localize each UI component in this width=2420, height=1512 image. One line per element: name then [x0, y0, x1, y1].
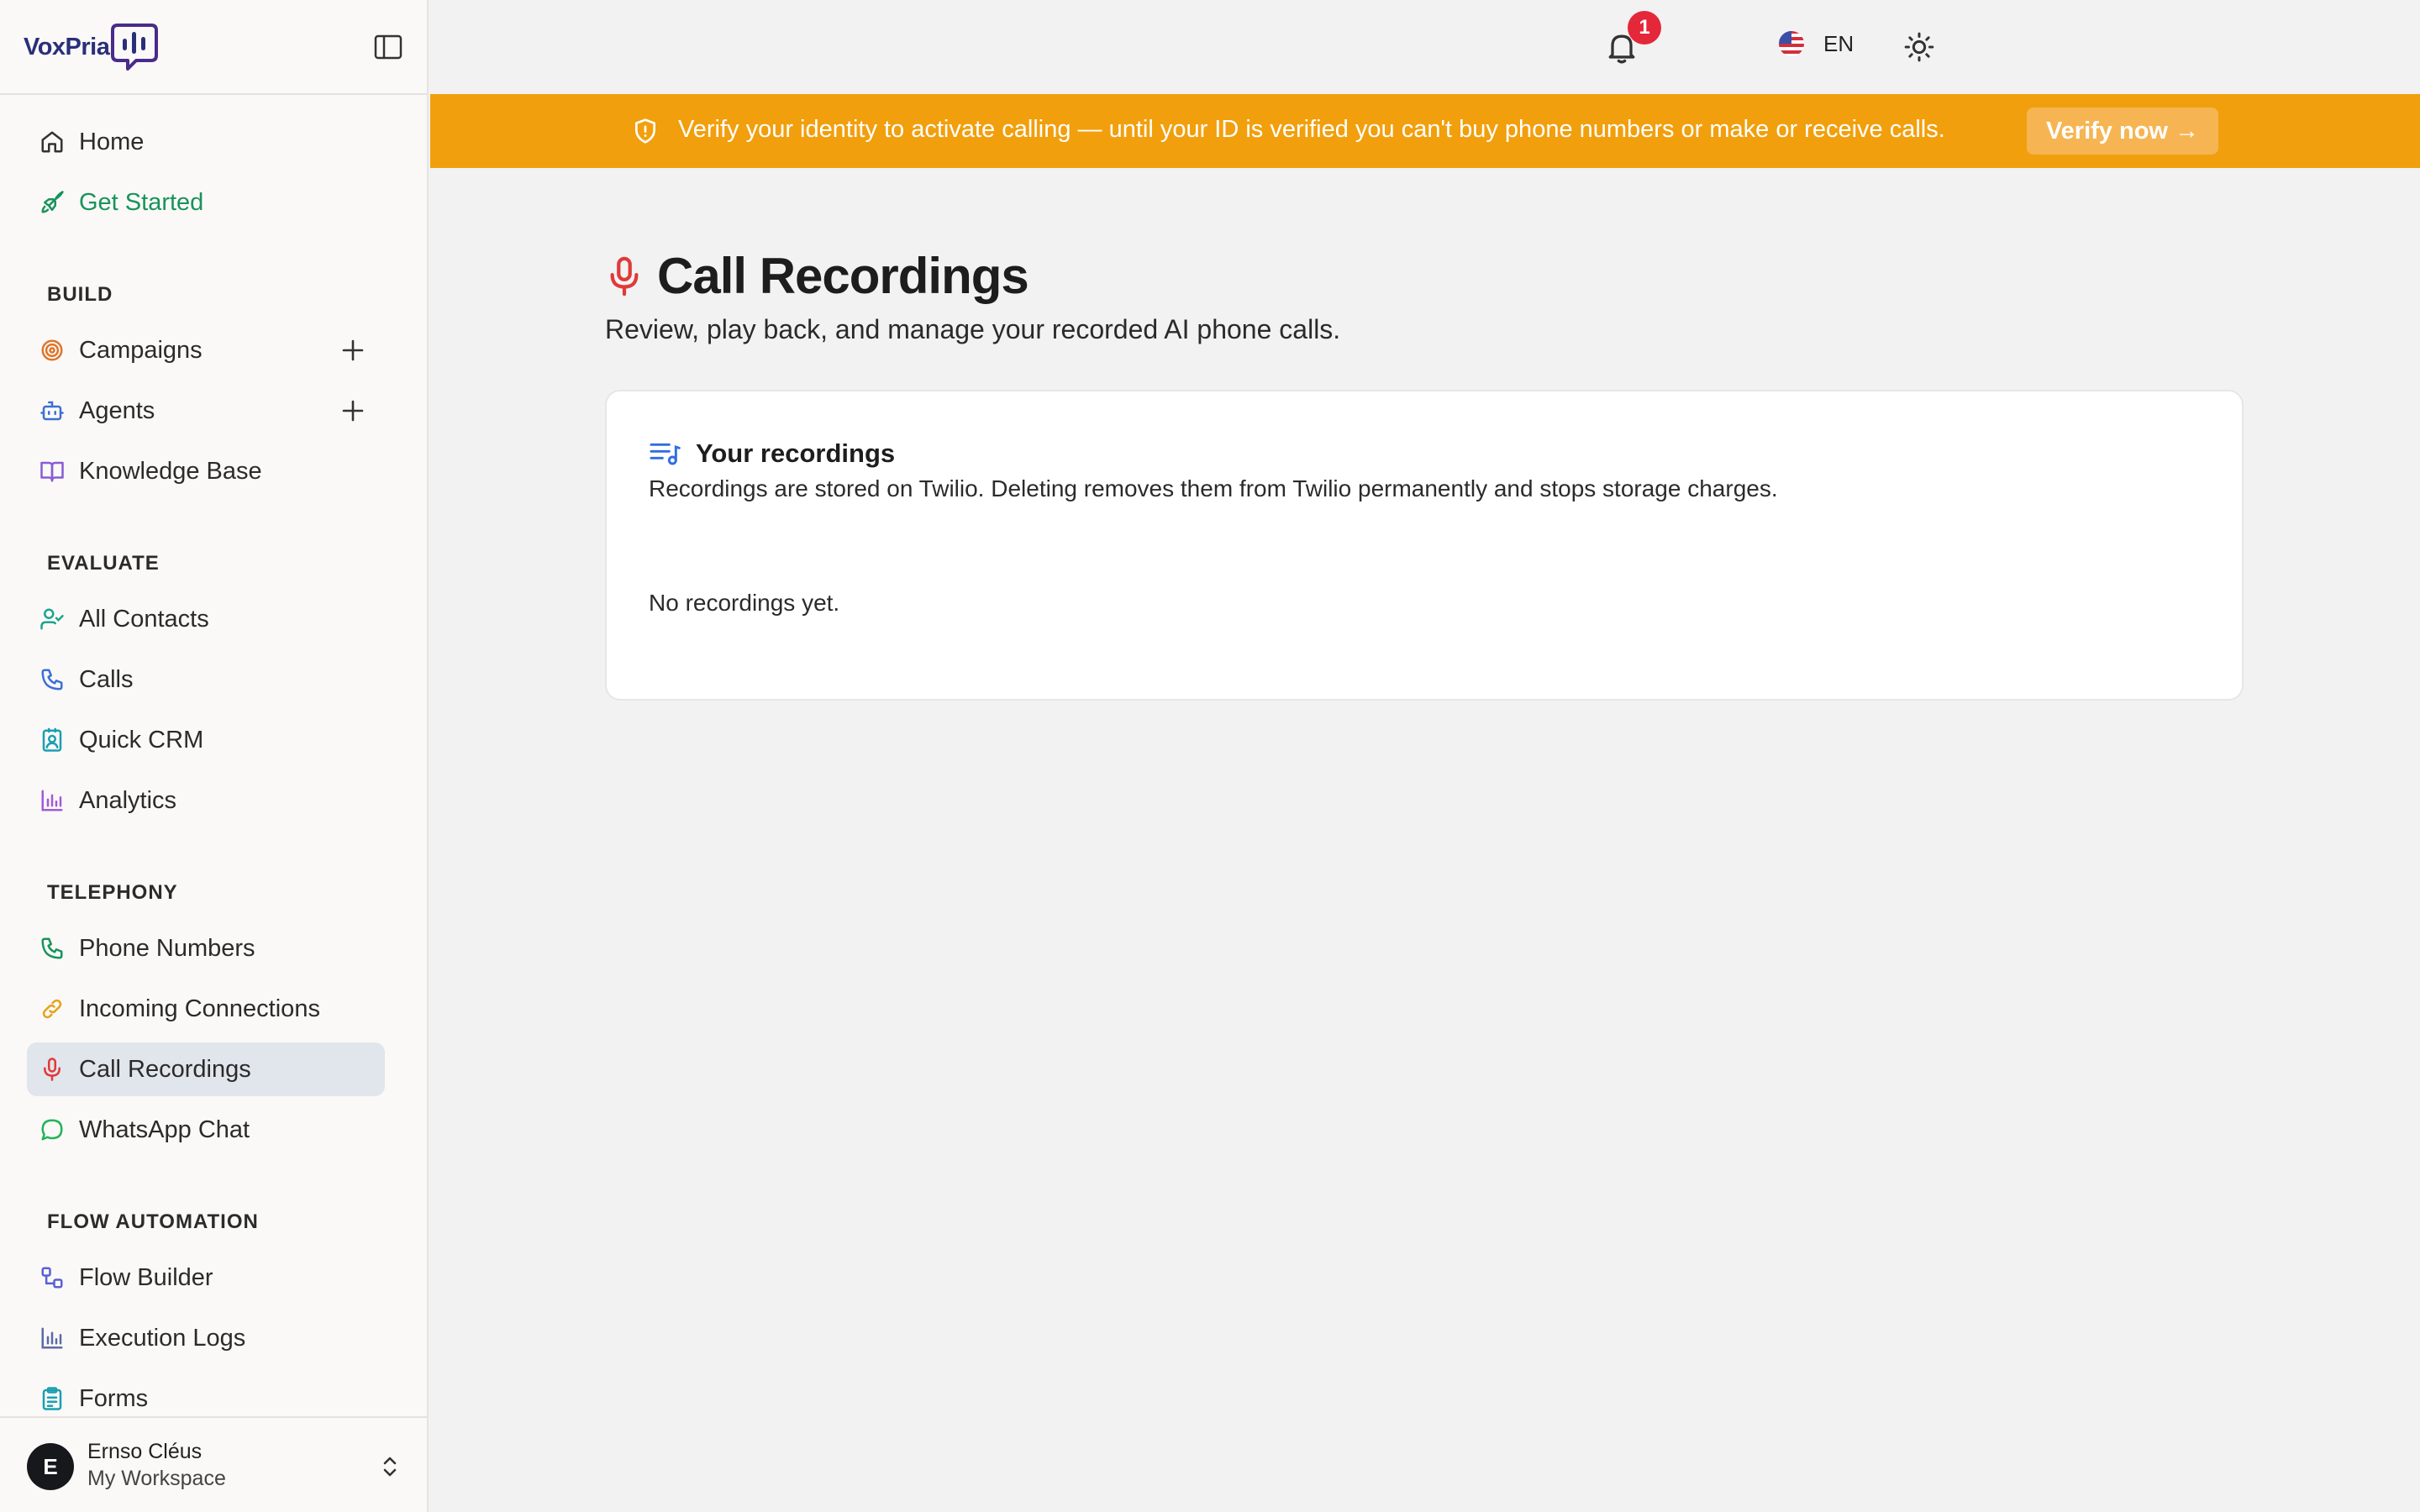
- brand-logo[interactable]: VoxPria: [24, 22, 159, 72]
- book-icon: [39, 458, 66, 485]
- sidebar-item-execution-logs[interactable]: Execution Logs: [27, 1311, 385, 1365]
- sidebar-item-calls[interactable]: Calls: [27, 653, 385, 706]
- sidebar-header: VoxPria: [0, 0, 427, 95]
- sidebar-item-label: Get Started: [79, 188, 204, 216]
- sidebar-nav: Home Get Started BUILD Campaigns Agents: [0, 95, 427, 1415]
- bar-chart-icon: [39, 1325, 66, 1352]
- section-telephony: TELEPHONY: [47, 881, 178, 904]
- verify-now-button[interactable]: Verify now →: [2027, 108, 2218, 155]
- sidebar-item-phone-numbers[interactable]: Phone Numbers: [27, 921, 385, 975]
- sidebar-item-knowledge-base[interactable]: Knowledge Base: [27, 444, 385, 498]
- sidebar-item-label: Forms: [79, 1384, 149, 1412]
- add-agent-icon[interactable]: [338, 396, 368, 426]
- sidebar-item-all-contacts[interactable]: All Contacts: [27, 592, 385, 646]
- phone-icon: [39, 666, 66, 693]
- sidebar: VoxPria Home Get Started BUILD Campaigns…: [0, 0, 429, 1512]
- sidebar-item-label: WhatsApp Chat: [79, 1116, 250, 1143]
- avatar: E: [27, 1443, 74, 1490]
- add-campaign-icon[interactable]: [338, 335, 368, 365]
- sidebar-item-analytics[interactable]: Analytics: [27, 774, 385, 827]
- workflow-icon: [39, 1264, 66, 1291]
- sidebar-item-flow-builder[interactable]: Flow Builder: [27, 1251, 385, 1305]
- bar-chart-icon: [39, 787, 66, 814]
- sidebar-item-home[interactable]: Home: [27, 115, 385, 169]
- rocket-icon: [39, 189, 66, 216]
- language-selector[interactable]: EN: [1778, 30, 1854, 57]
- sidebar-item-label: Phone Numbers: [79, 934, 255, 962]
- page-subtitle: Review, play back, and manage your recor…: [605, 314, 1341, 344]
- user-name: Ernso Cléus: [87, 1440, 203, 1463]
- workspace-switcher[interactable]: E Ernso Cléus My Workspace: [0, 1416, 427, 1512]
- section-build: BUILD: [47, 283, 113, 306]
- mic-icon: [610, 256, 639, 296]
- sidebar-item-label: Call Recordings: [79, 1055, 251, 1083]
- mic-icon: [39, 1056, 66, 1083]
- banner-message: Verify your identity to activate calling…: [678, 116, 1945, 143]
- contact-card-icon: [39, 727, 66, 753]
- page-title: Call Recordings: [657, 248, 1029, 304]
- target-icon: [39, 337, 66, 364]
- empty-state-text: No recordings yet.: [649, 590, 840, 616]
- sidebar-item-campaigns[interactable]: Campaigns: [27, 323, 385, 377]
- sidebar-toggle-icon[interactable]: [373, 34, 403, 60]
- sidebar-item-label: Home: [79, 128, 145, 155]
- language-code: EN: [1823, 30, 1854, 56]
- sidebar-item-label: Execution Logs: [79, 1324, 246, 1352]
- sidebar-item-quick-crm[interactable]: Quick CRM: [27, 713, 385, 767]
- logo-speech-bars-icon: [111, 24, 159, 71]
- sidebar-item-get-started[interactable]: Get Started: [27, 176, 385, 229]
- clipboard-icon: [39, 1385, 66, 1412]
- sidebar-item-incoming-connections[interactable]: Incoming Connections: [27, 982, 385, 1036]
- user-check-icon: [39, 606, 66, 633]
- sidebar-item-call-recordings[interactable]: Call Recordings: [27, 1042, 385, 1096]
- sidebar-item-label: Campaigns: [79, 336, 203, 364]
- sidebar-item-label: Analytics: [79, 786, 177, 814]
- brand-name: VoxPria: [24, 33, 110, 60]
- sidebar-item-agents[interactable]: Agents: [27, 384, 385, 438]
- recordings-card: Your recordings Recordings are stored on…: [605, 390, 2244, 701]
- card-title: Your recordings: [696, 438, 896, 468]
- bot-icon: [39, 397, 66, 424]
- sidebar-item-label: Flow Builder: [79, 1263, 213, 1291]
- section-evaluate: EVALUATE: [47, 552, 160, 575]
- sidebar-item-label: Calls: [79, 665, 134, 693]
- list-music-icon: [650, 443, 681, 465]
- link-icon: [39, 995, 66, 1022]
- sidebar-item-label: Incoming Connections: [79, 995, 320, 1022]
- section-flow-automation: FLOW AUTOMATION: [47, 1210, 259, 1233]
- card-description: Recordings are stored on Twilio. Deletin…: [649, 475, 1778, 501]
- notification-badge: 1: [1628, 11, 1661, 45]
- us-flag-icon: [1779, 31, 1804, 56]
- workspace-name: My Workspace: [87, 1467, 226, 1490]
- phone-icon: [39, 935, 66, 962]
- sidebar-item-label: Quick CRM: [79, 726, 204, 753]
- sidebar-item-label: All Contacts: [79, 605, 209, 633]
- chevrons-up-down-icon[interactable]: [376, 1453, 403, 1480]
- page-header: Call Recordings: [605, 247, 1029, 305]
- sidebar-item-label: Agents: [79, 396, 155, 424]
- shield-alert-icon: [635, 118, 655, 144]
- top-bar: 1 EN: [430, 0, 2420, 94]
- sidebar-item-label: Knowledge Base: [79, 457, 262, 485]
- verification-banner: Verify your identity to activate calling…: [430, 94, 2420, 168]
- card-header: Your recordings: [649, 438, 895, 469]
- sun-icon[interactable]: [1902, 30, 1936, 64]
- sidebar-item-whatsapp-chat[interactable]: WhatsApp Chat: [27, 1103, 385, 1157]
- chat-icon: [39, 1116, 66, 1143]
- home-icon: [39, 129, 66, 155]
- sidebar-item-forms[interactable]: Forms: [27, 1372, 385, 1415]
